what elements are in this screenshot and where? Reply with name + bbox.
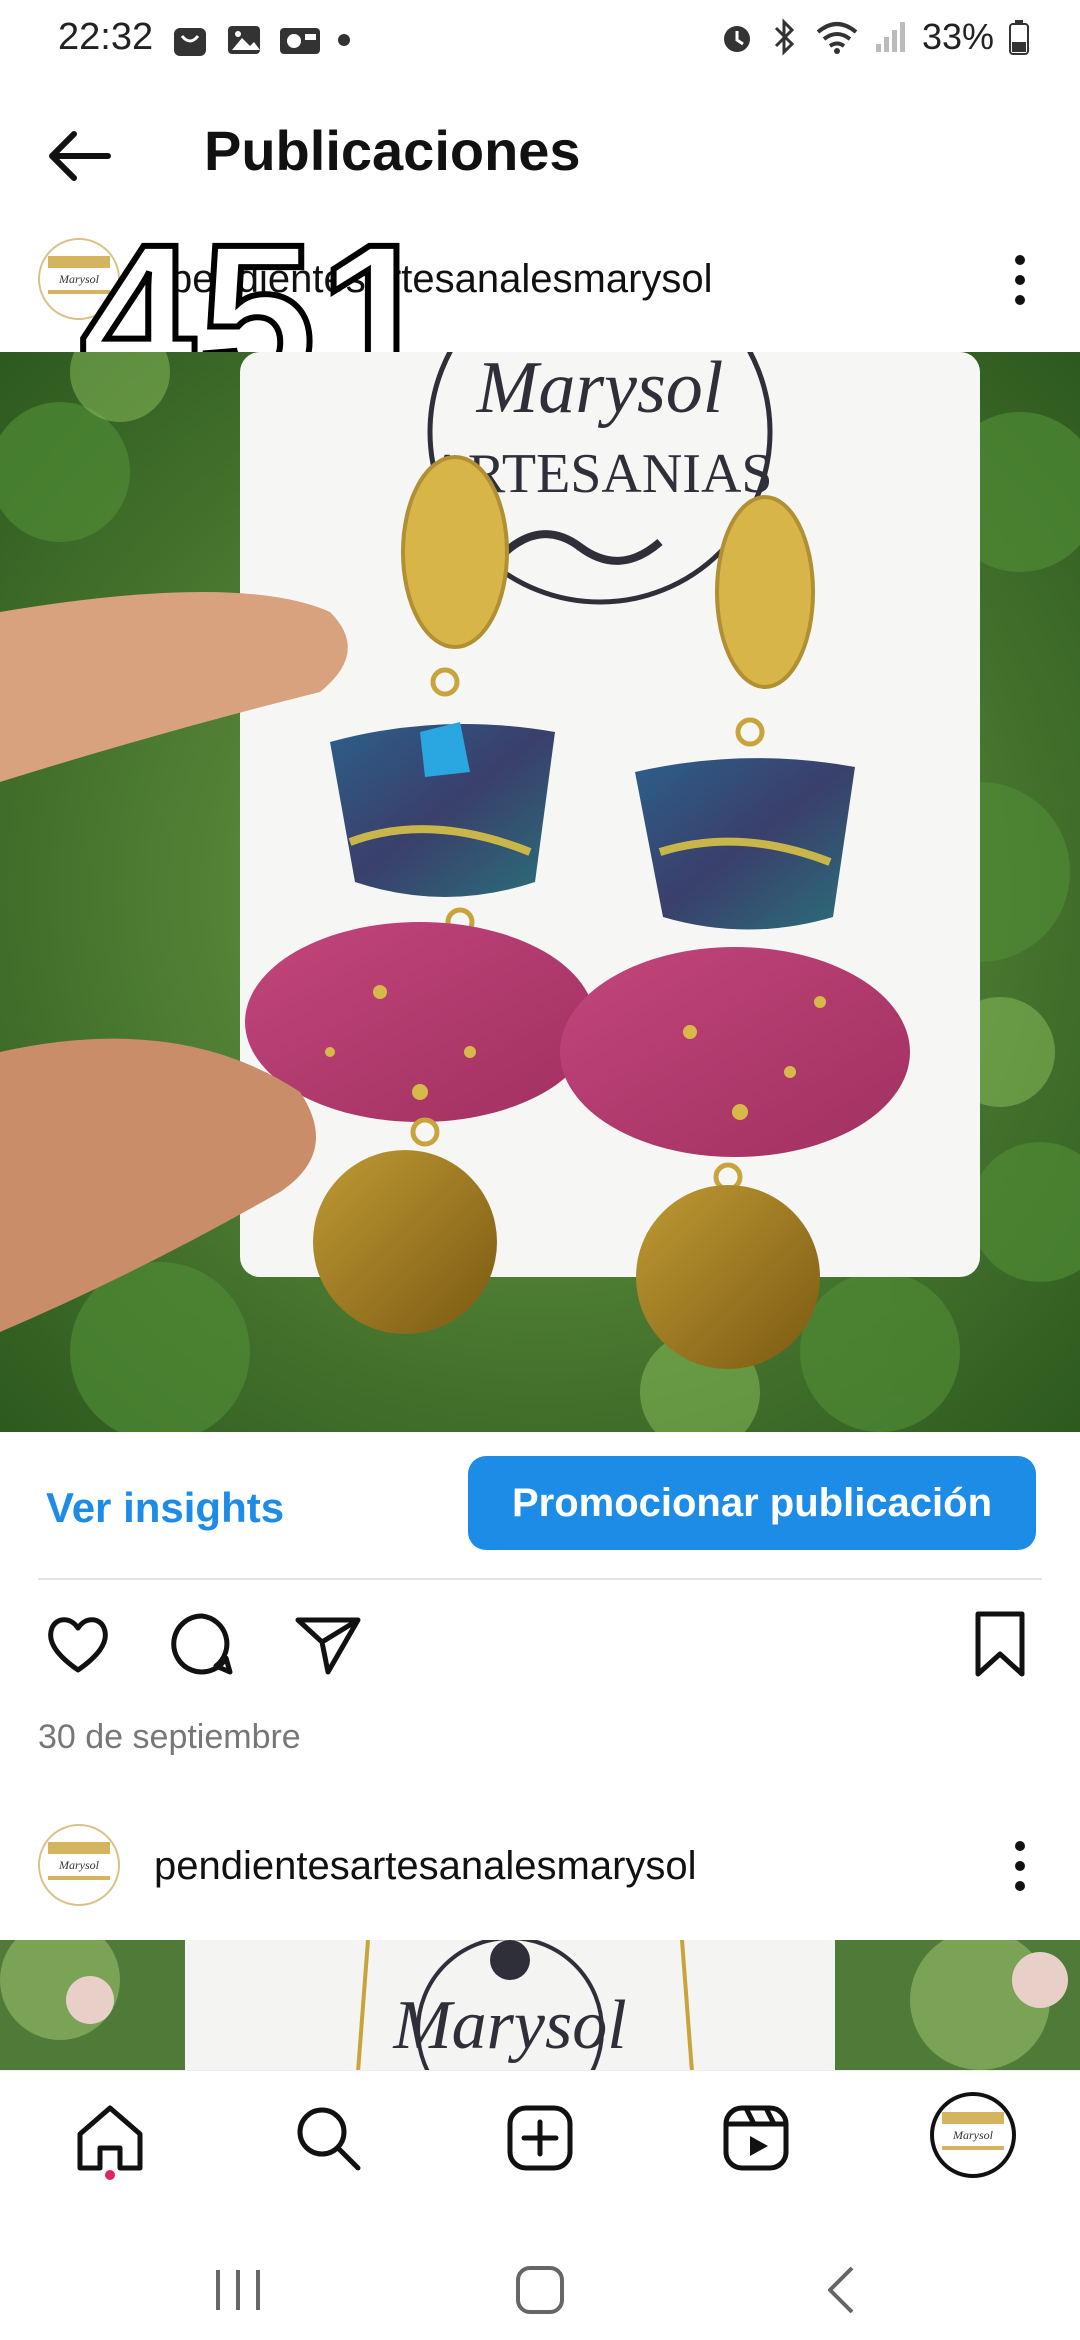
arrow-left-icon[interactable] <box>44 126 114 186</box>
status-left-icons <box>170 20 352 60</box>
notification-dot <box>105 2170 115 2180</box>
more-options-icon[interactable] <box>1008 250 1032 310</box>
logo-icon: Marysol <box>942 2112 1004 2150</box>
post-photo[interactable]: Marysol ARTESANIAS <box>0 352 1080 1432</box>
post-date: 30 de septiembre <box>38 1718 301 1756</box>
card-brand-text: Marysol <box>476 352 724 429</box>
battery-percent: 33% <box>921 16 994 57</box>
wifi-icon <box>816 22 858 54</box>
status-bar: 22:32 33% <box>0 0 1080 84</box>
earrings-photo: Marysol ARTESANIAS <box>0 352 1080 1432</box>
gallery-icon <box>228 26 260 54</box>
post-photo[interactable]: Marysol <box>0 1940 1080 2072</box>
bookmark-icon[interactable] <box>964 1608 1036 1680</box>
recent-apps-icon[interactable] <box>208 2260 268 2320</box>
svg-text:Marysol: Marysol <box>952 2128 994 2142</box>
bluetooth-icon <box>774 18 795 56</box>
signal-icon <box>875 22 905 52</box>
shop-bag-icon <box>174 28 206 56</box>
more-options-icon[interactable] <box>1008 1836 1032 1896</box>
post-username[interactable]: pendientesartesanalesmarysol <box>154 1844 697 1889</box>
ver-insights-link[interactable]: Ver insights <box>46 1484 284 1532</box>
divider <box>38 1578 1042 1580</box>
logo-icon: Marysol <box>48 1842 110 1880</box>
system-nav <box>0 2220 1080 2340</box>
share-send-icon[interactable] <box>292 1608 364 1680</box>
back-button-icon[interactable] <box>812 2260 872 2320</box>
camera-badge-icon <box>280 28 320 54</box>
battery-icon <box>1009 20 1029 55</box>
svg-text:Marysol: Marysol <box>58 1858 100 1872</box>
promote-post-label: Promocionar publicación <box>511 1480 993 1525</box>
alarm-icon <box>723 26 750 52</box>
post-avatar[interactable]: Marysol <box>38 1824 120 1906</box>
status-right: 33% <box>718 16 1030 58</box>
like-heart-icon[interactable] <box>42 1608 114 1680</box>
profile-avatar[interactable]: Marysol <box>930 2092 1016 2178</box>
search-icon[interactable] <box>288 2098 368 2178</box>
home-button-icon[interactable] <box>510 2260 570 2320</box>
status-time: 22:32 <box>58 16 154 58</box>
promote-post-button[interactable]: Promocionar publicación <box>468 1456 1036 1550</box>
earrings-photo-2: Marysol <box>0 1940 1068 2072</box>
card-brand-text: Marysol <box>392 1987 626 2064</box>
comment-icon[interactable] <box>166 1608 238 1680</box>
create-icon[interactable] <box>500 2098 580 2178</box>
dot-icon <box>338 34 350 46</box>
reels-icon[interactable] <box>716 2098 796 2178</box>
home-icon[interactable] <box>70 2098 150 2178</box>
page-title: Publicaciones <box>204 119 581 182</box>
